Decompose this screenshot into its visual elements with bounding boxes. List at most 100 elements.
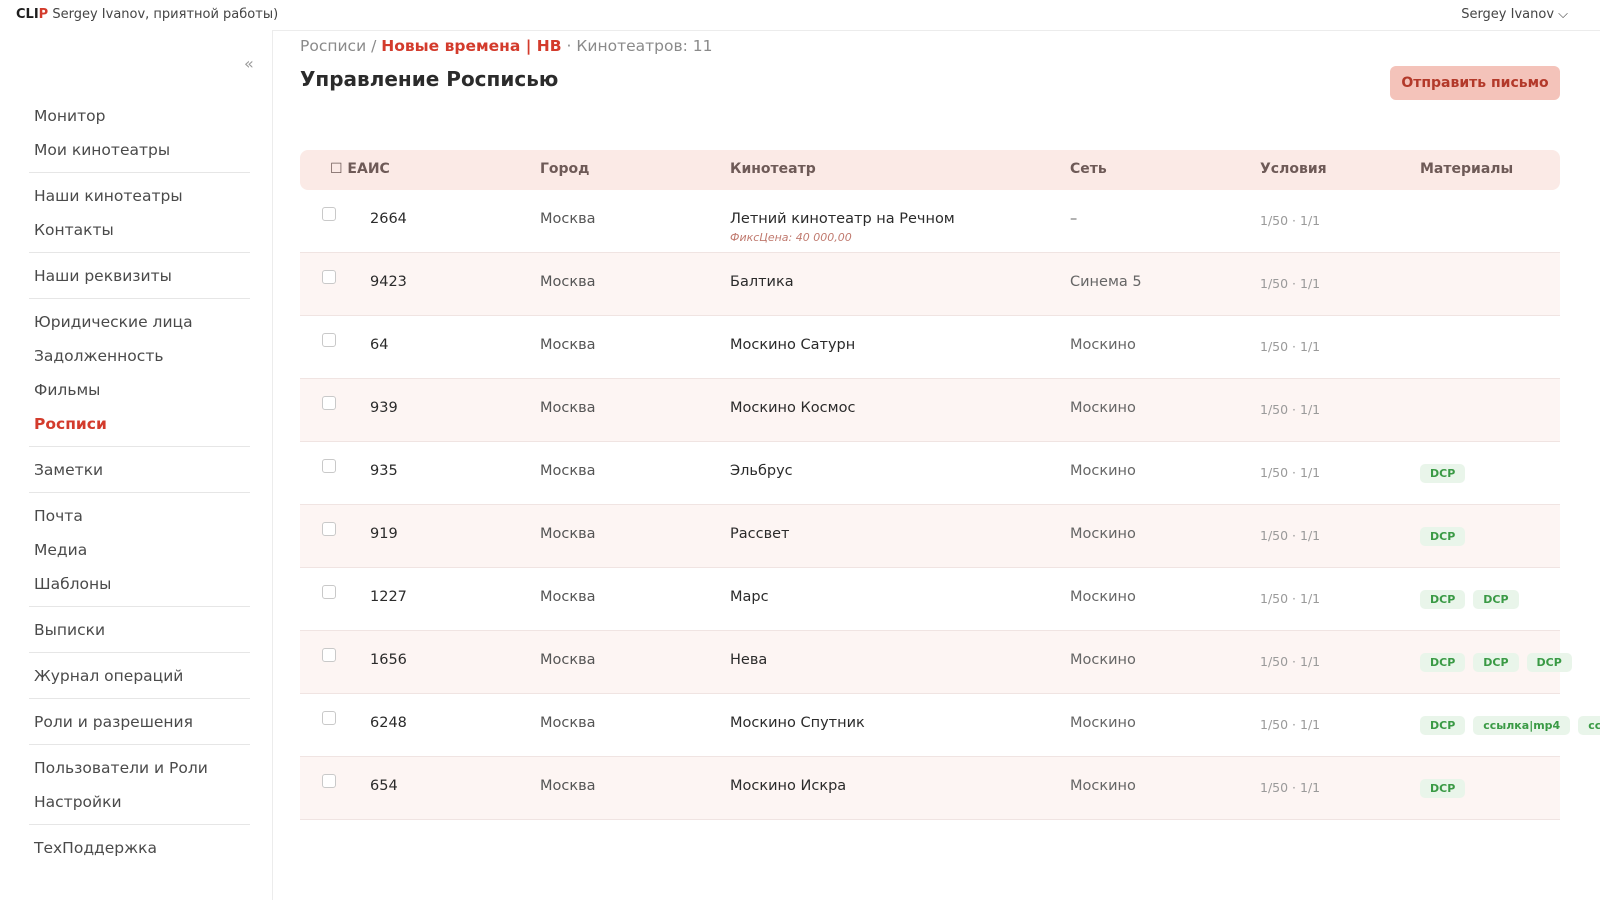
sidebar-item-monitor[interactable]: Монитор	[29, 99, 250, 133]
cinema-cell[interactable]: Москино Искра	[730, 778, 846, 794]
table-row[interactable]: 919 Москва Рассвет Москино 1/50 · 1/1 DCP	[300, 505, 1560, 568]
row-checkbox[interactable]	[322, 648, 336, 662]
column-header-materials: Материалы	[1420, 161, 1514, 177]
cinema-cell[interactable]: Москино Спутник	[730, 715, 865, 731]
table-row[interactable]: 935 Москва Эльбрус Москино 1/50 · 1/1 DCP	[300, 442, 1560, 505]
sidebar-item-debt[interactable]: Задолженность	[29, 339, 250, 373]
material-badge[interactable]: DCP	[1420, 716, 1466, 735]
cinema-cell[interactable]: Эльбрус	[730, 463, 793, 479]
greeting: Sergey Ivanov, приятной работы)	[52, 7, 279, 22]
conditions-cell: 1/50 · 1/1	[1260, 591, 1321, 606]
network-cell: Москино	[1070, 337, 1136, 353]
column-header-cinema: Кинотеатр	[730, 161, 816, 177]
cinema-cell[interactable]: Балтика	[730, 274, 794, 290]
table-row[interactable]: 64 Москва Москино Сатурн Москино 1/50 · 1/1	[300, 316, 1560, 379]
table-row[interactable]: 1227 Москва Марс Москино 1/50 · 1/1 DCP DCP	[300, 568, 1560, 631]
row-checkbox[interactable]	[322, 333, 336, 347]
eais-cell: 919	[370, 526, 398, 542]
sidebar-item-films[interactable]: Фильмы	[29, 373, 250, 407]
column-header-eais[interactable]: ☐ ЕАИС	[330, 161, 390, 177]
eais-cell: 654	[370, 778, 398, 794]
material-badge[interactable]: сс	[1578, 716, 1600, 735]
row-checkbox[interactable]	[322, 459, 336, 473]
sidebar-divider	[29, 824, 250, 825]
material-badge[interactable]: DCP	[1420, 653, 1466, 672]
breadcrumb-separator: /	[366, 37, 382, 55]
table-row[interactable]: 939 Москва Москино Космос Москино 1/50 · 1/1	[300, 379, 1560, 442]
logo[interactable]: CLI	[16, 7, 39, 22]
sidebar-item-roles-permissions[interactable]: Роли и разрешения	[29, 705, 250, 739]
eais-cell: 9423	[370, 274, 407, 290]
sidebar-item-settings[interactable]: Настройки	[29, 785, 250, 819]
cinema-cell[interactable]: Нева	[730, 652, 767, 668]
brand: CLIP Sergey Ivanov, приятной работы)	[16, 7, 278, 22]
conditions-cell: 1/50 · 1/1	[1260, 465, 1321, 480]
cinema-cell[interactable]: Марс	[730, 589, 769, 605]
table-row[interactable]: 654 Москва Москино Искра Москино 1/50 · 1/1 D…	[300, 757, 1560, 820]
table-row[interactable]: 2664 Москва Летний кинотеатр на Речном Фикс…	[300, 190, 1560, 253]
table-row[interactable]: 1656 Москва Нева Москино 1/50 · 1/1 DCP DCP DCP	[300, 631, 1572, 694]
material-badge[interactable]: DCP	[1420, 590, 1466, 609]
sidebar-item-statements[interactable]: Выписки	[29, 613, 250, 647]
row-checkbox[interactable]	[322, 585, 336, 599]
breadcrumb-parent-link[interactable]: Росписи	[300, 37, 366, 55]
table-header: ☐ ЕАИС Город Кинотеатр Сеть Условия Мате…	[300, 150, 1560, 190]
material-badge[interactable]: DCP	[1526, 653, 1572, 672]
cinema-cell[interactable]: Москино Космос	[730, 400, 855, 416]
city-cell: Москва	[540, 652, 596, 668]
cinema-cell[interactable]: Рассвет	[730, 526, 790, 542]
sidebar-item-requisites[interactable]: Наши реквизиты	[29, 259, 250, 293]
conditions-cell: 1/50 · 1/1	[1260, 654, 1321, 669]
sidebar-item-legal-entities[interactable]: Юридические лица	[29, 305, 250, 339]
material-badge[interactable]: DCP	[1420, 779, 1466, 798]
logo-accent[interactable]: P	[39, 7, 49, 22]
table-row[interactable]: 6248 Москва Москино Спутник Москино 1/50 · 1…	[300, 694, 1600, 757]
city-cell: Москва	[540, 337, 596, 353]
conditions-cell: 1/50 · 1/1	[1260, 339, 1321, 354]
sidebar-item-templates[interactable]: Шаблоны	[29, 567, 250, 601]
row-checkbox[interactable]	[322, 711, 336, 725]
materials-cell: DCP	[1420, 779, 1473, 798]
table-body: 2664 Москва Летний кинотеатр на Речном Фикс…	[300, 190, 1600, 820]
column-header-conditions: Условия	[1260, 161, 1327, 177]
city-cell: Москва	[540, 715, 596, 731]
table-row[interactable]: 9423 Москва Балтика Синема 5 1/50 · 1/1	[300, 253, 1560, 316]
sidebar-item-operations-log[interactable]: Журнал операций	[29, 659, 250, 693]
row-checkbox[interactable]	[322, 270, 336, 284]
material-badge[interactable]: DCP	[1473, 653, 1519, 672]
sidebar-item-users-roles[interactable]: Пользователи и Роли	[29, 751, 250, 785]
sidebar-item-notes[interactable]: Заметки	[29, 453, 250, 487]
conditions-cell: 1/50 · 1/1	[1260, 402, 1321, 417]
materials-cell: DCP	[1420, 464, 1473, 483]
sidebar-divider	[29, 446, 250, 447]
send-email-button[interactable]: Отправить письмо	[1390, 66, 1560, 100]
network-cell: Москино	[1070, 589, 1136, 605]
network-cell: Москино	[1070, 526, 1136, 542]
conditions-cell: 1/50 · 1/1	[1260, 528, 1321, 543]
sidebar-item-mail[interactable]: Почта	[29, 499, 250, 533]
page-title: Управление Росписью	[300, 67, 559, 91]
sidebar-item-support[interactable]: ТехПоддержка	[29, 831, 250, 865]
cinema-cell[interactable]: Москино Сатурн	[730, 337, 855, 353]
eais-cell: 6248	[370, 715, 407, 731]
row-checkbox[interactable]	[322, 396, 336, 410]
material-badge[interactable]: DCP	[1420, 464, 1466, 483]
city-cell: Москва	[540, 526, 596, 542]
row-checkbox[interactable]	[322, 522, 336, 536]
row-checkbox[interactable]	[322, 774, 336, 788]
sidebar-item-my-cinemas[interactable]: Мои кинотеатры	[29, 133, 250, 167]
material-badge[interactable]: DCP	[1420, 527, 1466, 546]
user-menu[interactable]: Sergey Ivanov ⌵	[1461, 7, 1568, 22]
sidebar-item-contacts[interactable]: Контакты	[29, 213, 250, 247]
row-checkbox[interactable]	[322, 207, 336, 221]
cinema-cell[interactable]: Летний кинотеатр на Речном	[730, 211, 955, 227]
material-badge[interactable]: DCP	[1473, 590, 1519, 609]
sidebar-divider	[29, 606, 250, 607]
sidebar-item-media[interactable]: Медиа	[29, 533, 250, 567]
sidebar-item-schedules[interactable]: Росписи	[29, 407, 250, 441]
material-badge[interactable]: ссылка|mp4	[1473, 716, 1571, 735]
sidebar-item-our-cinemas[interactable]: Наши кинотеатры	[29, 179, 250, 213]
collapse-sidebar-icon[interactable]: «	[244, 54, 254, 73]
sidebar-divider	[29, 252, 250, 253]
top-bar: CLIP Sergey Ivanov, приятной работы) Ser…	[0, 0, 1600, 31]
